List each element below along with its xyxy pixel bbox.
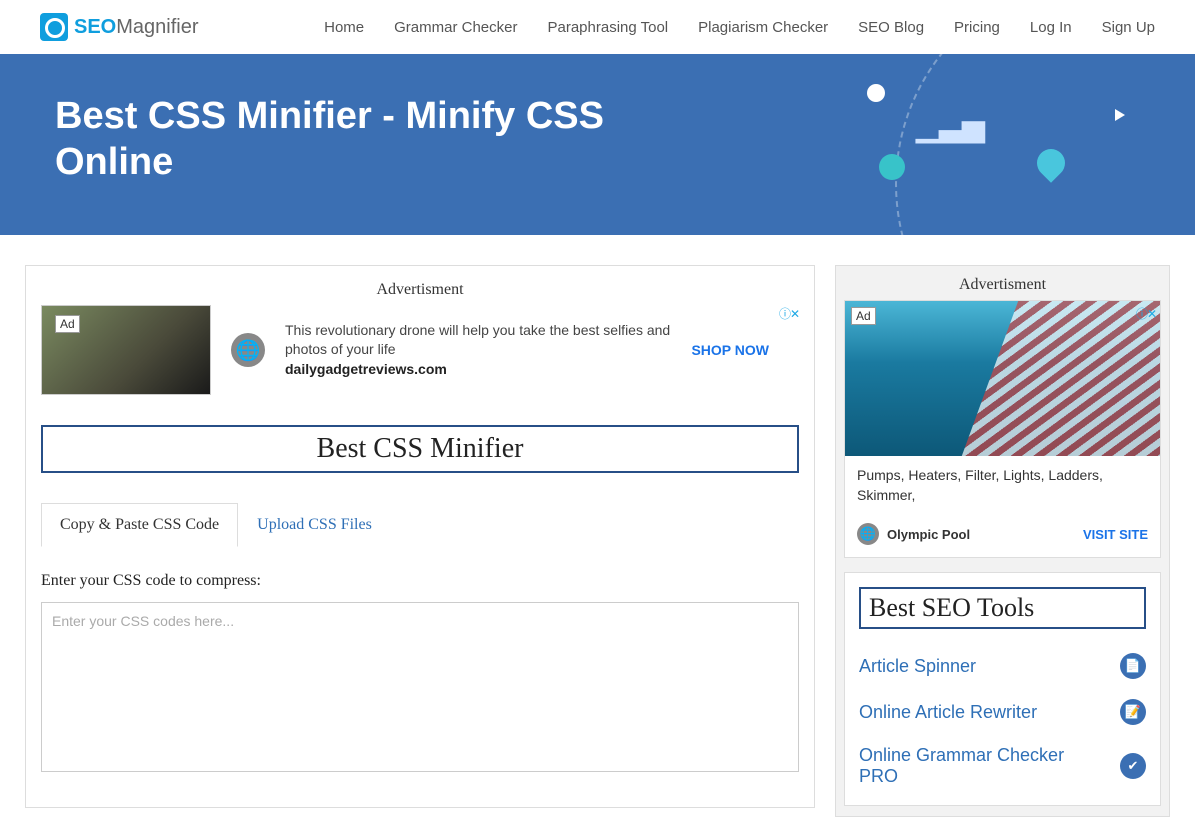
tool-title: Best CSS Minifier xyxy=(41,425,799,473)
tool-item: Article Spinner 📄 xyxy=(859,643,1146,689)
nav-pricing[interactable]: Pricing xyxy=(954,19,1000,36)
tab-copy-paste[interactable]: Copy & Paste CSS Code xyxy=(41,503,238,547)
tool-link-article-rewriter[interactable]: Online Article Rewriter xyxy=(859,702,1037,723)
ad-description: Pumps, Heaters, Filter, Lights, Ladders,… xyxy=(845,456,1160,515)
hero-decoration: ▁▃▅ xyxy=(795,54,1195,235)
tools-box-title: Best SEO Tools xyxy=(859,587,1146,629)
nav-sign-up[interactable]: Sign Up xyxy=(1102,19,1155,36)
ad-domain: dailygadgetreviews.com xyxy=(285,360,671,380)
tool-item: Online Article Rewriter 📝 xyxy=(859,689,1146,735)
ad-visit-site-button[interactable]: VISIT SITE xyxy=(1083,527,1148,542)
tab-bar: Copy & Paste CSS Code Upload CSS Files xyxy=(41,503,799,547)
ad-badge: Ad xyxy=(55,315,80,333)
ad-text: This revolutionary drone will help you t… xyxy=(285,321,671,380)
ad-cta-button[interactable]: SHOP NOW xyxy=(691,342,799,358)
tool-icon: ✔ xyxy=(1120,753,1146,779)
tool-icon: 📄 xyxy=(1120,653,1146,679)
tab-upload-files[interactable]: Upload CSS Files xyxy=(238,503,391,547)
nav-paraphrasing-tool[interactable]: Paraphrasing Tool xyxy=(547,19,668,36)
nav-plagiarism-checker[interactable]: Plagiarism Checker xyxy=(698,19,828,36)
instruction-text: Enter your CSS code to compress: xyxy=(41,572,799,590)
logo-part2: Magnifier xyxy=(116,16,198,38)
globe-icon: 🌐 xyxy=(857,523,879,545)
main-panel: Advertisment Ad ⓘ✕ 🌐 This revolutionary … xyxy=(25,265,815,808)
best-seo-tools-box: Best SEO Tools Article Spinner 📄 Online … xyxy=(844,572,1161,806)
logo-part1: SEO xyxy=(74,16,116,38)
nav-home[interactable]: Home xyxy=(324,19,364,36)
ad-banner-1[interactable]: Ad ⓘ✕ 🌐 This revolutionary drone will he… xyxy=(41,305,799,395)
main-nav: Home Grammar Checker Paraphrasing Tool P… xyxy=(324,19,1155,36)
sidebar: Advertisment Ad ⓘ✕ Pumps, Heaters, Filte… xyxy=(835,265,1170,817)
logo-text: SEOMagnifier xyxy=(74,16,199,39)
tool-link-grammar-checker-pro[interactable]: Online Grammar Checker PRO xyxy=(859,745,1099,787)
logo[interactable]: SEOMagnifier xyxy=(40,13,199,41)
ad-brand: Olympic Pool xyxy=(887,527,970,542)
globe-icon: 🌐 xyxy=(231,333,265,367)
tool-link-article-spinner[interactable]: Article Spinner xyxy=(859,656,976,677)
tool-icon: 📝 xyxy=(1120,699,1146,725)
page-title: Best CSS Minifier - Minify CSS Online xyxy=(0,94,700,185)
nav-grammar-checker[interactable]: Grammar Checker xyxy=(394,19,517,36)
ad-image-pool: Ad ⓘ✕ xyxy=(845,301,1160,456)
ad-headline: This revolutionary drone will help you t… xyxy=(285,321,671,360)
logo-icon xyxy=(40,13,68,41)
tool-item: Online Grammar Checker PRO ✔ xyxy=(859,735,1146,797)
nav-log-in[interactable]: Log In xyxy=(1030,19,1072,36)
ad-info-icon[interactable]: ⓘ✕ xyxy=(779,305,799,322)
nav-seo-blog[interactable]: SEO Blog xyxy=(858,19,924,36)
sidebar-advertisement-label: Advertisment xyxy=(844,276,1161,294)
ad-badge: Ad xyxy=(851,307,876,325)
css-code-input[interactable] xyxy=(41,602,799,772)
advertisement-label: Advertisment xyxy=(41,281,799,299)
ad-info-icon[interactable]: ⓘ✕ xyxy=(1136,305,1156,322)
hero-banner: Best CSS Minifier - Minify CSS Online ▁▃… xyxy=(0,54,1195,235)
ad-banner-2[interactable]: Ad ⓘ✕ Pumps, Heaters, Filter, Lights, La… xyxy=(844,300,1161,558)
